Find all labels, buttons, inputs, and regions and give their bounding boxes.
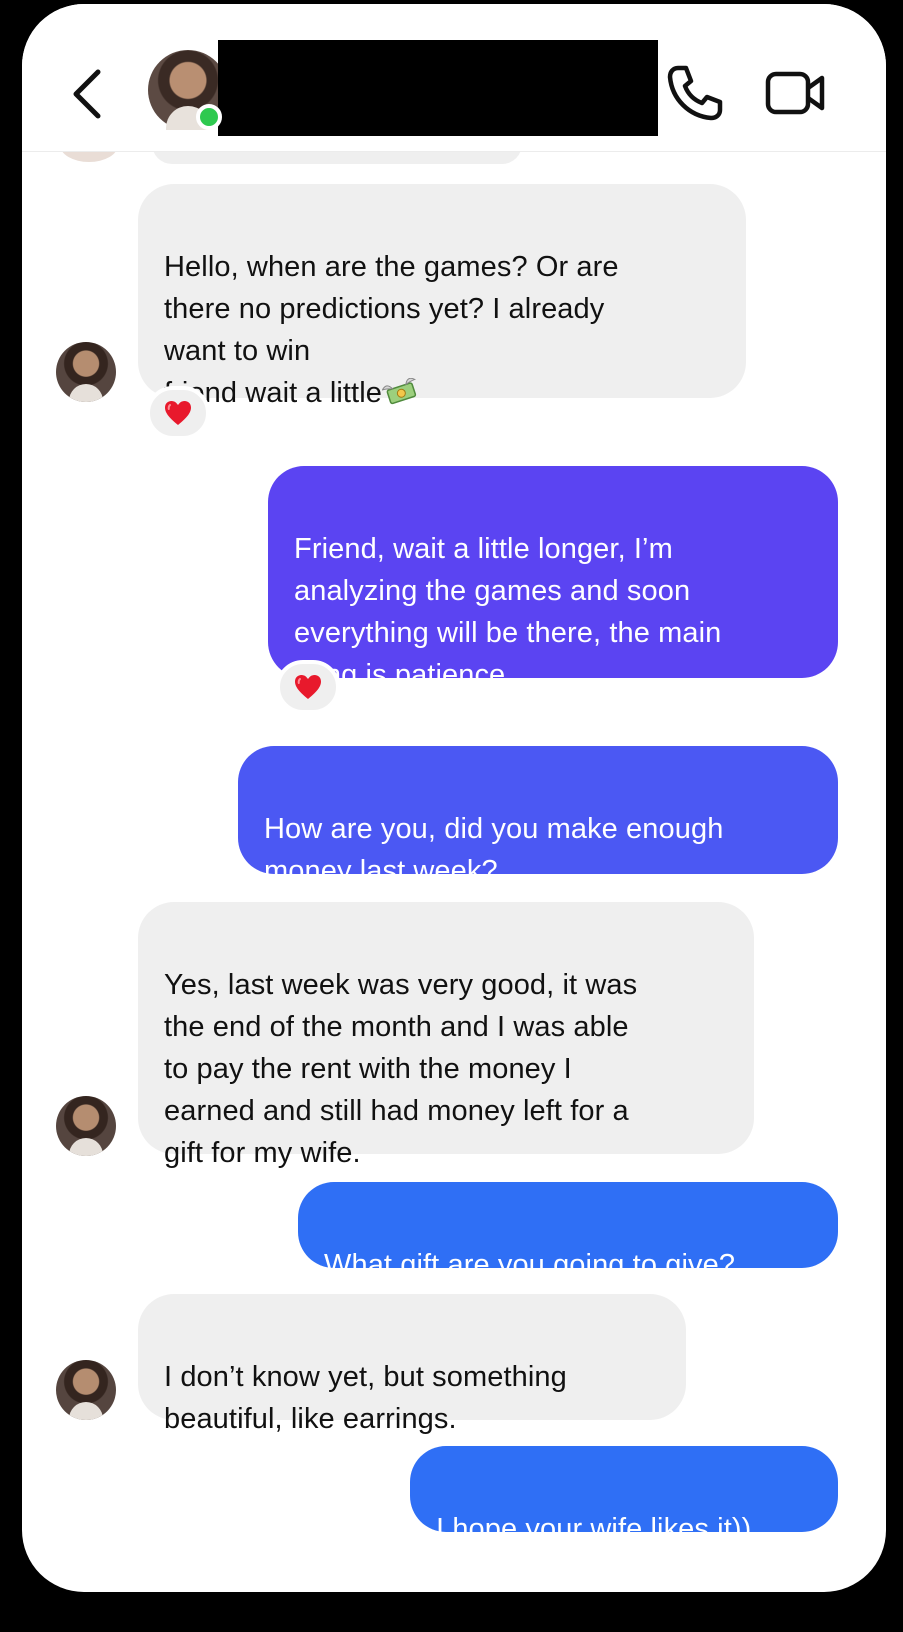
heart-icon xyxy=(295,675,321,699)
incoming-message-bubble[interactable]: I don’t know yet, but something beautifu… xyxy=(138,1294,686,1435)
incoming-message-bubble[interactable]: Yes, last week was very good, it was the… xyxy=(138,902,754,1169)
phone-screen: Hello, when are the games? Or are there … xyxy=(22,4,886,1592)
sender-avatar[interactable] xyxy=(56,1096,116,1156)
message-text: I don’t know yet, but something beautifu… xyxy=(164,1361,567,1435)
message-text: Friend, wait a little longer, I’m analyz… xyxy=(294,533,722,691)
phone-icon xyxy=(667,65,723,121)
message-text: I hope your wife likes it)) xyxy=(436,1513,752,1545)
outgoing-message-bubble[interactable]: Friend, wait a little longer, I’m analyz… xyxy=(268,466,838,691)
video-call-button[interactable] xyxy=(764,66,828,120)
heart-icon xyxy=(165,401,191,425)
heart-reaction[interactable] xyxy=(276,660,340,714)
outgoing-message-bubble[interactable]: I hope your wife likes it)) xyxy=(410,1446,838,1545)
heart-reaction[interactable] xyxy=(146,386,210,440)
back-button[interactable] xyxy=(68,66,108,122)
message-text: How are you, did you make enough money l… xyxy=(264,813,724,887)
outgoing-message-bubble[interactable]: What gift are you going to give? xyxy=(298,1182,838,1281)
money-with-wings-icon xyxy=(382,378,417,405)
message-text: Yes, last week was very good, it was the… xyxy=(164,969,638,1169)
chat-header xyxy=(22,4,886,152)
voice-call-button[interactable] xyxy=(664,62,726,124)
message-text: What gift are you going to give? xyxy=(324,1249,736,1281)
outgoing-message-bubble[interactable]: How are you, did you make enough money l… xyxy=(238,746,838,887)
incoming-message-bubble[interactable]: Hello, when are the games? Or are there … xyxy=(138,184,746,409)
message-thread[interactable]: Hello, when are the games? Or are there … xyxy=(22,4,886,1592)
sender-avatar[interactable] xyxy=(56,342,116,402)
video-camera-icon xyxy=(765,71,825,115)
online-status-indicator xyxy=(196,104,222,130)
contact-name-redacted[interactable] xyxy=(218,40,658,136)
sender-avatar[interactable] xyxy=(56,1360,116,1420)
chevron-left-icon xyxy=(73,69,101,119)
